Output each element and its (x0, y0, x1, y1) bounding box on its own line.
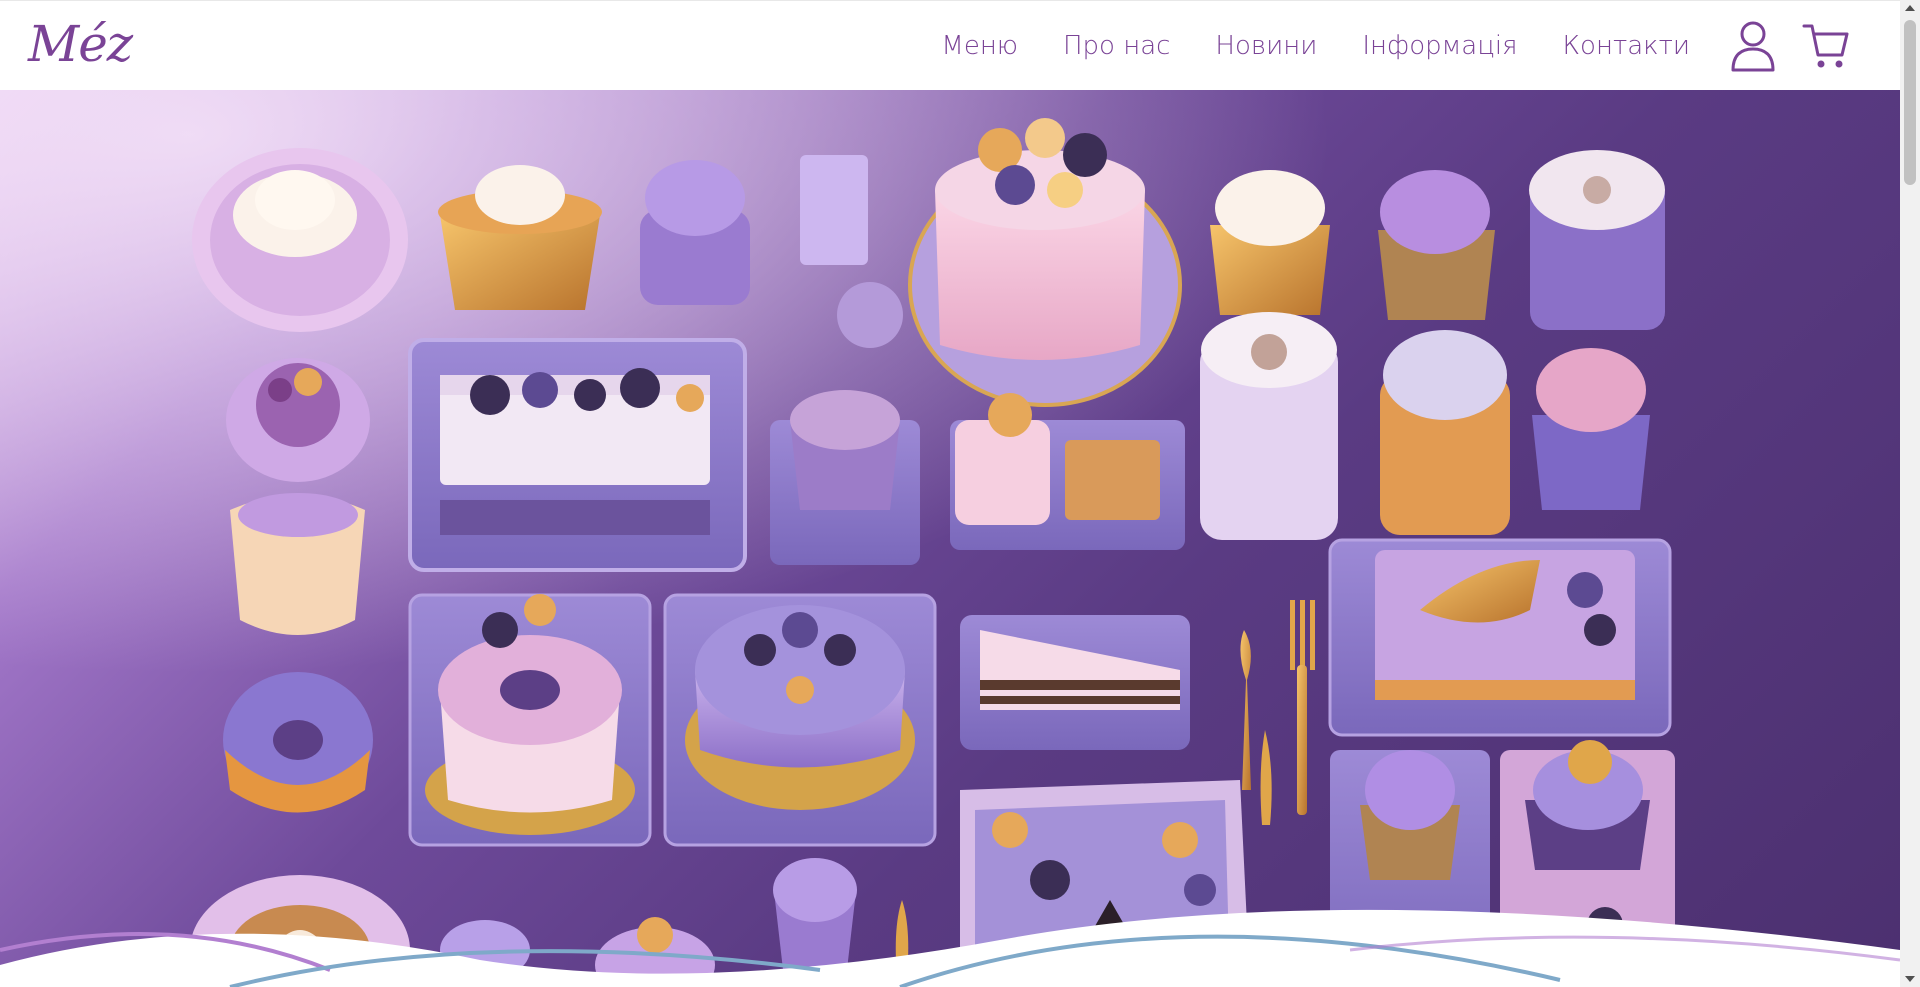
nav-item-about[interactable]: Про нас (1063, 31, 1170, 61)
logo[interactable]: Méz (28, 19, 133, 69)
page: Méz Меню Про нас Новини Інформація Конта… (0, 0, 1920, 987)
nav-item-news[interactable]: Новини (1215, 31, 1317, 61)
scroll-up-arrow-icon[interactable] (1905, 5, 1915, 11)
cart-icon (1802, 24, 1849, 67)
nav-item-contacts[interactable]: Контакти (1563, 31, 1690, 61)
scroll-down-arrow-icon[interactable] (1905, 976, 1915, 982)
hero-banner (0, 90, 1900, 987)
nav-item-menu[interactable]: Меню (941, 31, 1018, 61)
site-header: Méz Меню Про нас Новини Інформація Конта… (0, 0, 1900, 90)
hero-image-desserts (0, 90, 1900, 987)
scroll-thumb[interactable] (1904, 20, 1916, 185)
account-button[interactable] (1730, 20, 1776, 72)
page-scrollbar[interactable] (1900, 0, 1920, 987)
cart-button[interactable] (1802, 21, 1850, 71)
nav-item-info[interactable]: Інформація (1362, 31, 1517, 61)
main-nav: Меню Про нас Новини Інформація Контакти (941, 20, 1850, 72)
user-icon (1731, 21, 1775, 71)
